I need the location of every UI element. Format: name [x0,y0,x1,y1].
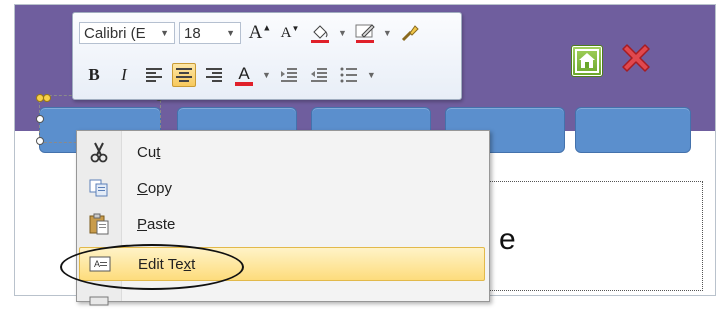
bold-label: B [88,65,100,84]
bold-button[interactable]: B [82,63,106,87]
increase-indent-icon [310,68,327,82]
slide-text: e [499,223,516,256]
align-right-button[interactable] [202,63,226,87]
align-left-icon [146,68,162,82]
decrease-indent-icon [280,68,297,82]
font-color-icon: A [235,64,253,86]
resize-handle[interactable] [36,137,44,145]
menu-item-paste[interactable]: Paste [79,207,485,241]
menu-item-cut[interactable]: Cut [79,135,485,169]
font-name-combo[interactable]: Calibri (E ▼ [79,22,175,44]
rotate-handle-icon[interactable] [36,93,52,103]
nav-button-5[interactable] [575,107,691,153]
menu-item-copy[interactable]: Copy [79,171,485,205]
svg-text:A: A [238,64,250,83]
brush-icon [401,25,419,42]
align-center-icon [176,68,192,82]
scissors-icon [90,142,108,163]
italic-label: I [121,65,127,84]
align-center-button[interactable] [172,63,196,87]
highlight-ellipse-annotation [60,244,244,290]
font-name-value: Calibri (E [84,24,146,42]
italic-button[interactable]: I [112,63,136,87]
home-icon [575,49,599,73]
pen-icon [355,24,375,43]
shrink-font-button[interactable]: A▼ [278,21,302,45]
chevron-down-icon[interactable]: ▼ [338,28,347,38]
chevron-down-icon: ▼ [160,28,169,38]
home-button[interactable] [571,45,603,77]
hyperlink-icon [89,296,109,306]
decrease-indent-button[interactable] [277,63,301,87]
grow-font-button[interactable]: A▲ [248,21,272,45]
grow-font-icon: A▲ [248,22,272,43]
paste-icon [89,213,109,235]
resize-handle[interactable] [36,115,44,123]
chevron-down-icon: ▼ [226,28,235,38]
align-right-icon [206,68,222,82]
chevron-down-icon[interactable]: ▼ [262,70,271,80]
close-icon[interactable] [619,41,653,75]
bullet-list-icon [340,67,357,83]
line-color-button[interactable] [353,21,377,45]
align-left-button[interactable] [142,63,166,87]
paint-bucket-icon [311,25,329,43]
menu-item-partial[interactable] [79,285,485,319]
shrink-font-icon: A▼ [280,24,300,41]
format-painter-button[interactable] [398,21,422,45]
fill-color-button[interactable] [308,21,332,45]
text-placeholder[interactable] [483,181,703,291]
font-size-value: 18 [184,24,201,42]
chevron-down-icon[interactable]: ▼ [367,70,376,80]
chevron-down-icon[interactable]: ▼ [383,28,392,38]
mini-toolbar: Calibri (E ▼ 18 ▼ A▲ A▼ ▼ ▼ B I A ▼ ▼ [72,12,462,100]
increase-indent-button[interactable] [307,63,331,87]
font-color-button[interactable]: A [232,63,256,87]
copy-icon [89,179,108,197]
bullets-button[interactable] [337,63,361,87]
font-size-combo[interactable]: 18 ▼ [179,22,241,44]
